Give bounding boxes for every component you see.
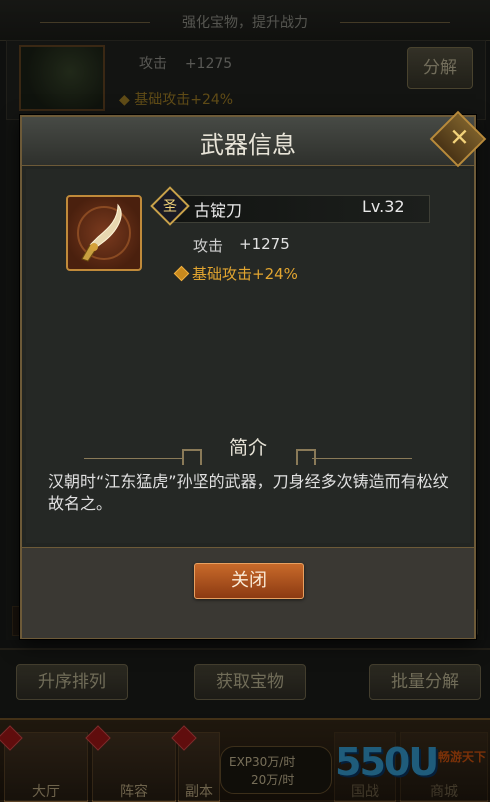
blade-icon [77,203,131,262]
dialog-body: 圣 古锭刀 Lv.32 攻击 +1275 基础攻击+24% 简介 汉朝时“江东猛… [26,169,470,543]
attack-label: 攻击 [193,237,224,255]
close-button[interactable]: 关闭 [194,563,304,599]
weapon-name: 古锭刀 [194,201,243,220]
weapon-icon [66,195,142,271]
weapon-info-dialog: 武器信息 ✕ 圣 古锭刀 Lv.32 攻击 +1275 基础攻击+24% 简介 … [20,110,487,639]
section-title: 简介 [228,437,267,459]
dialog-header: 武器信息 [22,117,474,166]
grade-badge-text: 圣 [163,199,177,215]
attack-value: +1275 [239,235,290,253]
weapon-level: Lv.32 [362,197,405,216]
diamond-icon [173,265,190,282]
dialog-title: 武器信息 [200,131,296,159]
bonus-stat: 基础攻击+24% [192,265,298,283]
weapon-description: 汉朝时“江东猛虎”孙坚的武器，刀身经多次铸造而有松纹故名之。 [48,472,449,513]
close-glyph: ✕ [449,123,470,152]
